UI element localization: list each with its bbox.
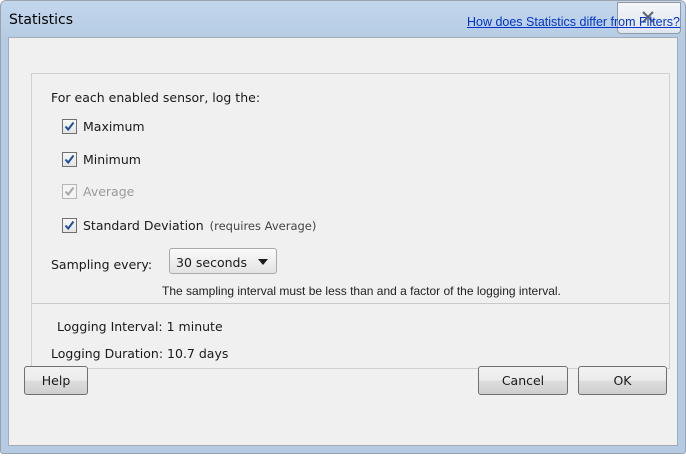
sampling-note: The sampling interval must be less than … [162, 284, 561, 298]
logging-interval: Logging Interval: 1 minute [57, 319, 223, 334]
standard-deviation-label: Standard Deviation [83, 218, 204, 233]
maximum-checkbox[interactable] [62, 119, 77, 134]
check-icon [64, 220, 75, 231]
minimum-label: Minimum [83, 152, 141, 167]
maximum-option[interactable]: Maximum [62, 119, 145, 134]
standard-deviation-checkbox[interactable] [62, 218, 77, 233]
minimum-checkbox[interactable] [62, 152, 77, 167]
minimum-option[interactable]: Minimum [62, 152, 141, 167]
average-option: Average [62, 184, 134, 199]
window-title: Statistics [9, 12, 73, 28]
dropdown-arrow-icon [258, 259, 268, 265]
check-icon [64, 186, 75, 197]
sampling-selected-value: 30 seconds [176, 255, 247, 270]
average-label: Average [83, 184, 135, 199]
help-button[interactable]: Help [24, 366, 88, 395]
standard-deviation-option[interactable]: Standard Deviation (requires Average) [62, 218, 316, 233]
check-icon [64, 121, 75, 132]
statistics-options-panel: For each enabled sensor, log the: Maximu… [31, 73, 670, 369]
divider [32, 303, 669, 304]
average-checkbox [62, 184, 77, 199]
check-icon [64, 154, 75, 165]
sampling-label: Sampling every: [51, 257, 153, 272]
requires-average-hint: (requires Average) [209, 218, 317, 233]
statistics-vs-filters-link[interactable]: How does Statistics differ from Filters? [467, 15, 680, 29]
logging-duration: Logging Duration: 10.7 days [51, 346, 229, 361]
maximum-label: Maximum [83, 119, 145, 134]
intro-text: For each enabled sensor, log the: [51, 90, 261, 105]
cancel-button[interactable]: Cancel [478, 366, 568, 395]
ok-button[interactable]: OK [578, 366, 667, 395]
sampling-interval-dropdown[interactable]: 30 seconds [169, 248, 277, 274]
